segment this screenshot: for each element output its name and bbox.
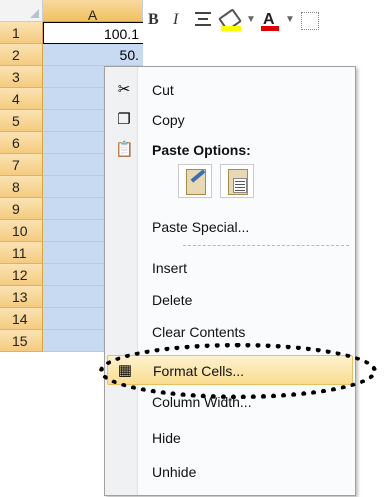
row-header[interactable]: 4 (0, 88, 43, 110)
bold-button[interactable]: B (148, 8, 159, 32)
cell[interactable]: 100.1 (43, 22, 143, 44)
row-header[interactable]: 13 (0, 286, 43, 308)
menu-item-paste-special[interactable]: Paste Special... (107, 212, 353, 242)
menu-item-label: Hide (152, 430, 181, 446)
menu-item-delete[interactable]: Delete (107, 285, 353, 315)
fill-color-dropdown-icon[interactable]: ▼ (246, 8, 256, 32)
paste-brush-icon (186, 169, 206, 195)
menu-item-copy[interactable]: ❐ Copy (107, 105, 353, 135)
clipboard-icon: 📋 (115, 141, 134, 158)
font-color-dropdown-icon[interactable]: ▼ (285, 8, 295, 32)
row-header[interactable]: 8 (0, 176, 43, 198)
cell[interactable]: 50. (43, 44, 143, 66)
column-header-a[interactable]: A (43, 0, 143, 23)
menu-item-cut[interactable]: ✂ Cut (107, 75, 353, 105)
highlight-ellipse (99, 343, 377, 399)
menu-item-label: Delete (152, 292, 193, 308)
menu-item-label: Paste Special... (152, 219, 250, 235)
copy-icon: ❐ (117, 111, 131, 128)
paste-values-button[interactable] (220, 164, 254, 198)
menu-item-label: Copy (152, 112, 185, 128)
paste-values-icon (228, 169, 248, 195)
align-center-icon[interactable] (195, 8, 211, 32)
mini-toolbar: B I ▼ A ▼ (143, 8, 389, 36)
row-header[interactable]: 3 (0, 66, 43, 88)
menu-item-insert[interactable]: Insert (107, 253, 353, 283)
paste-options-heading: Paste Options: (152, 142, 251, 158)
context-menu: ✂ Cut ❐ Copy 📋 Paste Options: Paste Spec… (104, 66, 356, 496)
row-header[interactable]: 6 (0, 132, 43, 154)
menu-item-label: Cut (152, 82, 174, 98)
menu-item-paste-options: 📋 Paste Options: (107, 135, 353, 165)
borders-icon[interactable] (301, 12, 319, 30)
menu-item-hide[interactable]: Hide (107, 423, 353, 453)
row-header[interactable]: 9 (0, 198, 43, 220)
row-header[interactable]: 15 (0, 330, 43, 352)
menu-item-label: Unhide (152, 464, 197, 480)
row-header[interactable]: 2 (0, 44, 43, 66)
select-all-corner[interactable] (0, 0, 43, 22)
row-header[interactable]: 10 (0, 220, 43, 242)
row-header[interactable]: 12 (0, 264, 43, 286)
menu-item-unhide[interactable]: Unhide (107, 457, 353, 487)
row-header[interactable]: 5 (0, 110, 43, 132)
menu-item-label: Insert (152, 260, 188, 276)
fill-color-icon[interactable] (218, 8, 242, 32)
row-header[interactable]: 11 (0, 242, 43, 264)
menu-separator (183, 245, 349, 246)
row-header[interactable]: 14 (0, 308, 43, 330)
paste-formatting-button[interactable] (178, 164, 212, 198)
row-header[interactable]: 7 (0, 154, 43, 176)
font-color-button[interactable]: A (261, 8, 279, 32)
menu-item-label: Clear Contents (152, 324, 246, 340)
italic-button[interactable]: I (173, 8, 178, 32)
row-header[interactable]: 1 (0, 22, 43, 44)
scissors-icon: ✂ (117, 81, 131, 98)
